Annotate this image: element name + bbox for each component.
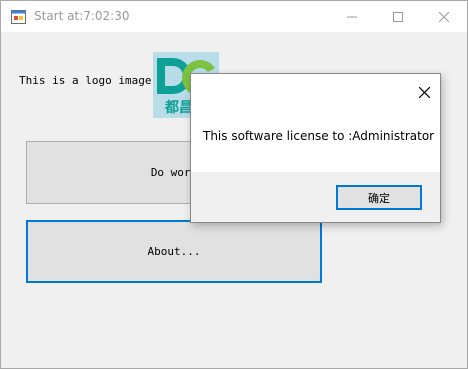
message-dialog: This software license to :Administrator … <box>190 73 441 223</box>
dialog-close-button[interactable] <box>411 79 437 105</box>
close-icon <box>418 86 430 98</box>
about-label: About... <box>147 245 201 258</box>
close-button[interactable] <box>421 1 467 32</box>
title-bar[interactable]: Start at:7:02:30 <box>1 1 467 32</box>
ok-button[interactable]: 确定 <box>336 185 422 210</box>
ok-label: 确定 <box>368 191 390 205</box>
window-title: Start at:7:02:30 <box>34 9 130 23</box>
close-icon <box>439 11 449 22</box>
minimize-icon <box>347 16 357 17</box>
dialog-footer: 确定 <box>191 172 440 222</box>
minimize-button[interactable] <box>329 1 375 32</box>
maximize-button[interactable] <box>375 1 421 32</box>
app-icon <box>11 9 27 25</box>
maximize-icon <box>393 11 403 22</box>
main-window: Start at:7:02:30 This is a logo image: 都… <box>0 0 468 369</box>
about-button[interactable]: About... <box>26 220 322 283</box>
dialog-message: This software license to :Administrator <box>203 129 435 143</box>
logo-label: This is a logo image: <box>19 74 159 87</box>
